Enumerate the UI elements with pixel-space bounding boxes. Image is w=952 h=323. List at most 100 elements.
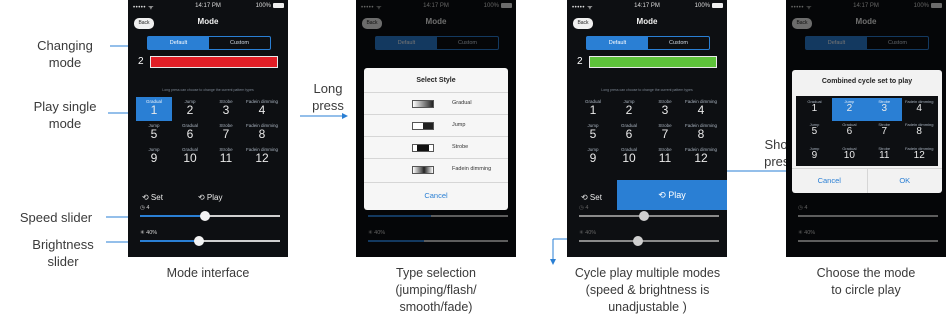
color-row: 2 bbox=[575, 55, 717, 69]
tab-custom[interactable]: Custom bbox=[648, 37, 709, 49]
mode-cell-12[interactable]: Fadein dimming 12 bbox=[902, 145, 937, 168]
mode-cell-1[interactable]: Gradual 1 bbox=[136, 97, 172, 121]
mode-cell-6[interactable]: Gradual 6 bbox=[172, 121, 208, 145]
brightness-slider-disabled: ✳ 40% bbox=[577, 230, 719, 248]
mode-cell-5[interactable]: Jump 5 bbox=[797, 121, 832, 144]
mode-cell-4[interactable]: Fadein dimming 4 bbox=[244, 97, 280, 121]
set-button[interactable]: ⟲ Set bbox=[142, 193, 163, 202]
mode-cell-3[interactable]: Strobe 3 bbox=[208, 97, 244, 121]
mode-cell-4[interactable]: Fadein dimming 4 bbox=[902, 98, 937, 121]
mode-cell-1[interactable]: Gradual 1 bbox=[797, 98, 832, 121]
mode-number: 3 bbox=[881, 103, 888, 114]
mode-segment-control: Default Custom bbox=[147, 36, 271, 50]
tab-default[interactable]: Default bbox=[148, 37, 209, 49]
mode-number: 7 bbox=[661, 127, 669, 141]
mode-number: 5 bbox=[811, 126, 818, 138]
style-option-fadein[interactable]: Fadein dimming bbox=[364, 158, 508, 180]
tab-custom[interactable]: Custom bbox=[209, 37, 270, 49]
mode-cell-3[interactable]: Strobe 3 bbox=[866, 98, 902, 122]
brightness-fill bbox=[140, 240, 196, 242]
mode-number: 1 bbox=[150, 103, 158, 117]
select-style-dialog: Select Style Gradual Jump Strobe Fadein … bbox=[364, 68, 508, 210]
mode-cell-8[interactable]: Fadein dimming 8 bbox=[244, 121, 280, 145]
speed-track bbox=[579, 215, 719, 217]
brightness-label: ✳ 40% bbox=[140, 230, 158, 236]
mode-cell-2[interactable]: Jump 2 bbox=[831, 98, 867, 122]
mode-cell-12[interactable]: Fadein dimming 12 bbox=[244, 145, 280, 169]
play-button[interactable]: ⟲ Play bbox=[198, 193, 223, 202]
mode-cell-6[interactable]: Gradual 6 bbox=[611, 121, 647, 145]
nav-bar: Back Mode bbox=[567, 14, 727, 32]
mode-cell-2[interactable]: Jump 2 bbox=[172, 97, 208, 121]
speed-slider[interactable]: ◷ 4 bbox=[138, 205, 280, 223]
mode-cell-7[interactable]: Strobe 7 bbox=[647, 121, 683, 145]
brightness-track[interactable] bbox=[140, 240, 280, 242]
mode-number: 6 bbox=[846, 126, 853, 138]
speed-track[interactable] bbox=[140, 215, 280, 217]
set-play-row: ⟲ Set ⟲ Play bbox=[136, 191, 280, 205]
mode-number: 2 bbox=[625, 103, 633, 117]
brightness-label: ✳ 40% bbox=[579, 230, 597, 236]
mode-cell-12[interactable]: Fadein dimming 12 bbox=[683, 145, 719, 169]
style-option-gradual[interactable]: Gradual bbox=[364, 92, 508, 114]
phone-mode-interface: ••••• ᯤ 14:17 PM 100% Back Mode Default … bbox=[128, 0, 288, 257]
mode-number: 9 bbox=[811, 149, 818, 161]
mode-number: 12 bbox=[694, 151, 708, 165]
speed-label: ◷ 4 bbox=[140, 205, 150, 211]
mode-cell-11[interactable]: Strobe 11 bbox=[208, 145, 244, 169]
mode-cell-9[interactable]: Jump 9 bbox=[797, 145, 832, 168]
brightness-slider[interactable]: ✳ 40% bbox=[138, 230, 280, 248]
caption-cycle-play: Cycle play multiple modes (speed & brigh… bbox=[574, 266, 721, 314]
mode-cell-2[interactable]: Jump 2 bbox=[611, 97, 647, 121]
hint-text: Long press can choose to change the curr… bbox=[601, 88, 693, 92]
brightness-knob[interactable] bbox=[194, 236, 204, 246]
cycle-mode-grid-bg: Gradual 1 Jump 2 Strobe 3 Fadein dimming 4 Jump 5… bbox=[796, 96, 938, 166]
phone-choose-cycle: ••••• ᯤ 14:17 PM 100% Back Mode Default … bbox=[786, 0, 946, 257]
mode-cell-5[interactable]: Jump 5 bbox=[136, 121, 172, 145]
mode-cell-6[interactable]: Gradual 6 bbox=[832, 121, 867, 144]
battery-indicator: 100% bbox=[695, 3, 723, 9]
mode-cell-4[interactable]: Fadein dimming 4 bbox=[683, 97, 719, 121]
cancel-button[interactable]: Cancel bbox=[792, 169, 868, 193]
mode-cell-10[interactable]: Gradual 10 bbox=[611, 145, 647, 169]
mode-number: 11 bbox=[879, 149, 890, 161]
color-slot-number: 2 bbox=[577, 56, 583, 67]
mode-cell-9[interactable]: Jump 9 bbox=[136, 145, 172, 169]
speed-knob bbox=[639, 211, 649, 221]
battery-indicator: 100% bbox=[256, 3, 284, 9]
speed-label: ◷ 4 bbox=[579, 205, 589, 211]
nav-bar: Back Mode bbox=[128, 14, 288, 32]
mode-number: 4 bbox=[916, 103, 922, 114]
style-option-strobe[interactable]: Strobe bbox=[364, 136, 508, 158]
style-option-jump[interactable]: Jump bbox=[364, 114, 508, 136]
annotation-long-press: Long press bbox=[312, 81, 344, 113]
mode-cell-8[interactable]: Fadein dimming 8 bbox=[683, 121, 719, 145]
mode-cell-10[interactable]: Gradual 10 bbox=[172, 145, 208, 169]
mode-number: 7 bbox=[881, 126, 888, 138]
mode-number: 4 bbox=[258, 103, 266, 117]
mode-cell-3[interactable]: Strobe 3 bbox=[647, 97, 683, 121]
mode-number: 2 bbox=[846, 103, 853, 114]
ok-button[interactable]: OK bbox=[868, 169, 943, 193]
cancel-button[interactable]: Cancel bbox=[364, 182, 508, 210]
mode-cell-10[interactable]: Gradual 10 bbox=[832, 145, 867, 168]
mode-cell-7[interactable]: Strobe 7 bbox=[208, 121, 244, 145]
mode-number: 6 bbox=[625, 127, 633, 141]
mode-cell-1[interactable]: Gradual 1 bbox=[575, 97, 611, 121]
mode-cell-5[interactable]: Jump 5 bbox=[575, 121, 611, 145]
mode-cell-7[interactable]: Strobe 7 bbox=[867, 121, 902, 144]
mode-cell-11[interactable]: Strobe 11 bbox=[867, 145, 902, 168]
mode-cell-8[interactable]: Fadein dimming 8 bbox=[902, 121, 937, 144]
mode-number: 9 bbox=[150, 151, 158, 165]
jump-swatch-icon bbox=[412, 122, 434, 130]
speed-knob[interactable] bbox=[200, 211, 210, 221]
mode-number: 11 bbox=[219, 151, 233, 165]
battery-icon bbox=[273, 3, 284, 8]
set-button[interactable]: ⟲ Set bbox=[581, 193, 602, 202]
dialog-title: Select Style bbox=[416, 77, 456, 84]
mode-cell-11[interactable]: Strobe 11 bbox=[647, 145, 683, 169]
color-bar[interactable] bbox=[150, 56, 278, 68]
color-bar[interactable] bbox=[589, 56, 717, 68]
tab-default[interactable]: Default bbox=[587, 37, 648, 49]
mode-cell-9[interactable]: Jump 9 bbox=[575, 145, 611, 169]
